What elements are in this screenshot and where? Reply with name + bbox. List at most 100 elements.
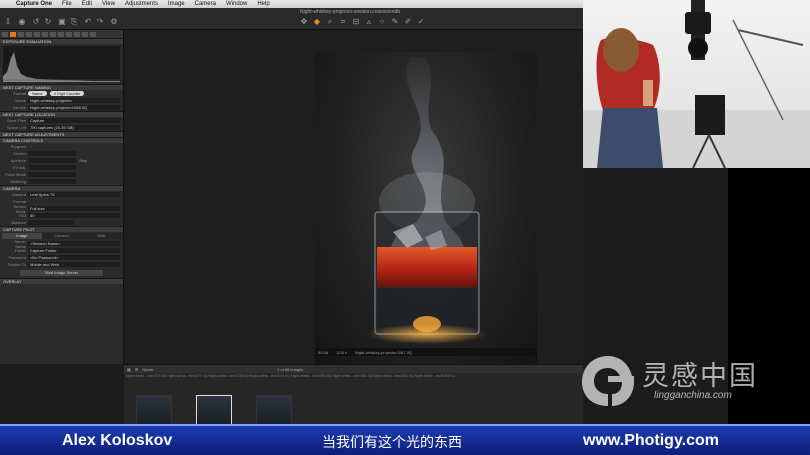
sample-field: Night-whiskey-projector1088.IIQ <box>28 105 120 110</box>
thumbnail-selected[interactable] <box>196 395 232 425</box>
tool-panel: Exposure Evaluation Next Capture Naming … <box>0 30 124 364</box>
menu-bar: Capture One File Edit View Adjustments I… <box>0 0 583 8</box>
main-toolbar: Night-whiskey-projector-session.cosessio… <box>0 8 583 30</box>
keystone-tool-icon[interactable]: ▵ <box>365 18 373 26</box>
step-label: Step <box>79 158 88 163</box>
undo-icon[interactable]: ↶ <box>84 18 92 26</box>
menu-window[interactable]: Window <box>226 1 247 7</box>
tab-pilot-camera[interactable]: Camera <box>41 233 82 239</box>
folder-select[interactable]: Capture Folder <box>28 248 120 253</box>
presenter-webcam <box>583 0 810 168</box>
menu-image[interactable]: Image <box>168 1 185 7</box>
thumbnail[interactable] <box>256 395 292 425</box>
cursor-tool-icon[interactable]: ◆ <box>313 18 321 26</box>
name-field[interactable]: Night-whiskey-projector <box>28 98 120 103</box>
password-row: Password <No Password> <box>0 254 123 261</box>
brush-tool-icon[interactable]: ✎ <box>391 18 399 26</box>
watermark-logo-icon <box>582 356 634 406</box>
iso-row: ISO 50 <box>0 212 123 219</box>
tab-capture[interactable] <box>10 31 16 37</box>
section-pilot[interactable]: Capture Pilot <box>0 226 123 232</box>
watermark-url: lingganchina.com <box>654 390 732 401</box>
straighten-tool-icon[interactable]: ⊟ <box>352 18 360 26</box>
sensor-select[interactable]: Full size <box>28 206 120 211</box>
spot-tool-icon[interactable]: ○ <box>378 18 386 26</box>
tool-tabs <box>0 30 123 38</box>
section-overlay[interactable]: Overlay <box>0 278 123 284</box>
folder-row: Folder Capture Folder <box>0 247 123 254</box>
store-select[interactable]: Capture <box>28 118 120 123</box>
capture-icon[interactable]: ◉ <box>18 18 26 26</box>
flash-row: Flash Mode <box>0 171 123 178</box>
menu-help[interactable]: Help <box>257 1 269 7</box>
tab-batch[interactable] <box>90 31 96 37</box>
viewer-filename: Night-whiskey-projector1087.IIQ <box>354 349 413 355</box>
menu-camera[interactable]: Camera <box>195 1 216 7</box>
export-icon[interactable]: ⎘ <box>70 18 78 26</box>
tab-pilot-web[interactable]: Web <box>81 233 122 239</box>
tab-metadata[interactable] <box>74 31 80 37</box>
iso-select[interactable]: 50 <box>28 213 120 218</box>
start-image-server-button[interactable]: Start Image Server <box>20 270 103 276</box>
format-token-counter[interactable]: 4 Digit Counter <box>49 91 85 96</box>
balance-row: Balance <box>0 219 123 226</box>
metering-field[interactable] <box>28 179 76 184</box>
flash-field[interactable] <box>28 172 76 177</box>
aperture-field[interactable] <box>28 158 76 163</box>
server-name-field[interactable]: <Session Name> <box>28 241 120 246</box>
grid-view-icon[interactable]: ▦ <box>127 367 131 372</box>
camera-select[interactable]: Leaf Aptus 75 <box>28 192 120 197</box>
format-token-name[interactable]: Name <box>28 91 47 96</box>
program-row: Program <box>10 144 26 149</box>
space-row: Space Left 750 captures (24.35 GB) <box>0 124 123 131</box>
subtitle-text: 当我们有这个光的东西 <box>322 435 462 451</box>
tab-composition[interactable] <box>42 31 48 37</box>
server-row: Server Name <Session Name> <box>0 239 123 249</box>
tab-lens[interactable] <box>34 31 40 37</box>
publish-select[interactable]: Mobile and Web <box>28 262 120 267</box>
image-viewer[interactable]: 80:58 1/25 s Night-whiskey-projector1087… <box>125 30 583 369</box>
menu-view[interactable]: View <box>102 1 115 7</box>
histogram <box>3 46 120 82</box>
filmstrip-header: ▦ ☰ Name 1 of 85 images <box>124 365 583 373</box>
menu-adjustments[interactable]: Adjustments <box>125 1 158 7</box>
sample-row: Sample Night-whiskey-projector1088.IIQ <box>0 104 123 111</box>
sensor-row: Sensor Mode Full size <box>0 204 123 214</box>
aperture-row: Aperture Step <box>10 158 88 163</box>
rotate-right-icon[interactable]: ↻ <box>44 18 52 26</box>
redo-icon[interactable]: ↷ <box>96 18 104 26</box>
tab-adjust[interactable] <box>66 31 72 37</box>
password-field[interactable]: <No Password> <box>28 255 120 260</box>
list-view-icon[interactable]: ☰ <box>135 367 139 372</box>
viewer-info-bar: 80:58 1/25 s Night-whiskey-projector1087… <box>315 348 537 356</box>
import-icon[interactable]: ⇩ <box>4 18 12 26</box>
filmstrip-names: Night-whisk...ctor1076.IIQ Night-whisk..… <box>126 374 455 378</box>
shutter-field[interactable] <box>28 151 76 156</box>
settings-icon[interactable]: ⚙ <box>110 18 118 26</box>
thumbnail[interactable] <box>136 395 172 425</box>
zoom-readout: 80:58 <box>318 349 329 355</box>
balance-field[interactable] <box>28 220 74 225</box>
crop-tool-icon[interactable]: ⌗ <box>339 18 347 26</box>
bottom-banner: Alex Koloskov 当我们有这个光的东西 www.Photigy.com <box>0 424 810 455</box>
ev-field[interactable] <box>28 165 76 170</box>
annotate-tool-icon[interactable]: ✓ <box>417 18 425 26</box>
screen: Capture One File Edit View Adjustments I… <box>0 0 810 455</box>
section-exposure[interactable]: Exposure Evaluation <box>0 38 123 44</box>
picker-tool-icon[interactable]: ✐ <box>404 18 412 26</box>
zoom-tool-icon[interactable]: ⌕ <box>326 18 334 26</box>
tab-output[interactable] <box>82 31 88 37</box>
menu-edit[interactable]: Edit <box>82 1 92 7</box>
tab-exposure[interactable] <box>26 31 32 37</box>
tab-local[interactable] <box>58 31 64 37</box>
sort-select[interactable]: Name <box>142 367 153 372</box>
tab-color[interactable] <box>18 31 24 37</box>
menu-file[interactable]: File <box>62 1 72 7</box>
tab-library[interactable] <box>2 31 8 37</box>
pan-tool-icon[interactable]: ✥ <box>300 18 308 26</box>
menu-app-name[interactable]: Capture One <box>16 1 52 7</box>
rotate-left-icon[interactable]: ↺ <box>32 18 40 26</box>
metering-row: Metering <box>0 178 123 185</box>
tab-details[interactable] <box>50 31 56 37</box>
process-icon[interactable]: ▣ <box>58 18 66 26</box>
